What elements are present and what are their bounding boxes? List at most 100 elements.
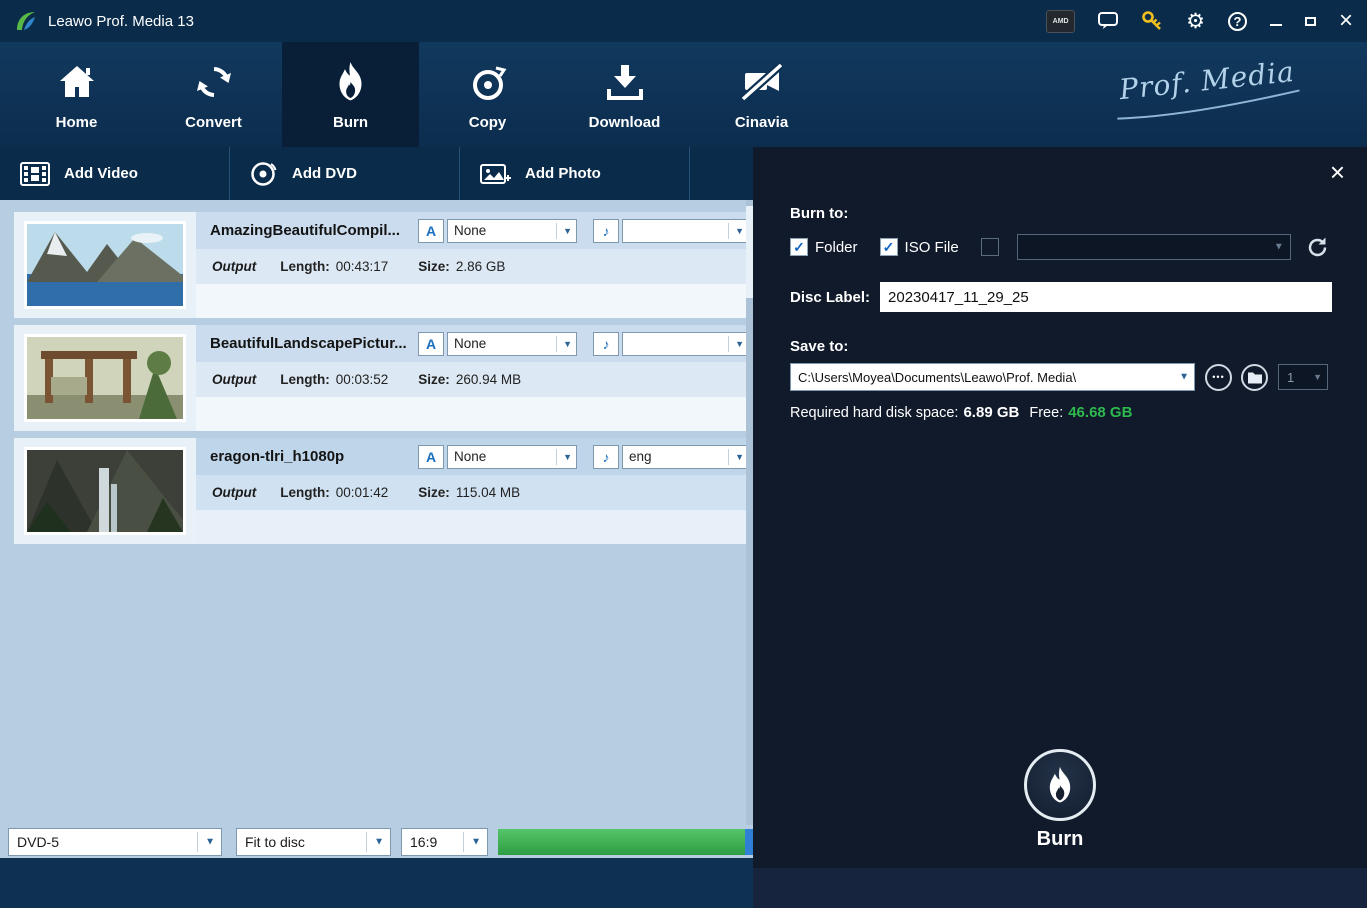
footer-strip-left (0, 858, 753, 908)
subtitle-icon: A (418, 219, 444, 243)
nav-tab-copy[interactable]: Copy (419, 42, 556, 147)
audio-dropdown[interactable] (622, 219, 749, 243)
minimize-button[interactable] (1270, 16, 1282, 26)
size-value: 260.94 MB (456, 372, 521, 387)
home-icon (56, 59, 98, 105)
subtitle-icon: A (418, 332, 444, 356)
burn-settings-panel: × Burn to: ✓ Folder ✓ ISO File Disc Labe… (753, 147, 1367, 868)
file-row-3[interactable]: eragon-tlri_h1080p A None ♪ eng Output L… (14, 438, 753, 544)
maximize-button[interactable] (1305, 17, 1316, 26)
subtitle-dropdown[interactable]: None (447, 219, 577, 243)
save-path-dropdown[interactable]: C:\Users\Moyea\Documents\Leawo\Prof. Med… (790, 363, 1195, 391)
file-row-1[interactable]: AmazingBeautifulCompil... A None ♪ Outpu… (14, 212, 753, 318)
amd-badge-icon[interactable]: AMD (1046, 10, 1075, 33)
required-space-value: 6.89 GB (963, 404, 1019, 421)
subtitle-icon: A (418, 445, 444, 469)
thumbnail-cell (14, 212, 196, 318)
open-folder-button[interactable] (1241, 364, 1268, 391)
titlebar: Leawo Prof. Media 13 AMD ⚙ ? × (0, 0, 1367, 42)
film-strip-icon (20, 162, 50, 186)
refresh-drives-icon[interactable] (1306, 236, 1329, 259)
close-window-button[interactable]: × (1339, 9, 1353, 33)
file-title: AmazingBeautifulCompil... (210, 222, 418, 239)
settings-gear-icon[interactable]: ⚙ (1186, 11, 1205, 32)
help-icon[interactable]: ? (1228, 12, 1247, 31)
length-label: Length: (280, 259, 330, 274)
nav-tab-cinavia[interactable]: Cinavia (693, 42, 830, 147)
panel-close-icon[interactable]: × (1330, 159, 1345, 185)
audio-dropdown[interactable]: eng (622, 445, 749, 469)
add-video-button[interactable]: Add Video (0, 147, 230, 200)
required-space-label: Required hard disk space: (790, 405, 958, 421)
burn-to-label: Burn to: (790, 205, 848, 222)
main-nav: Home Convert Burn (0, 42, 1367, 147)
save-to-label: Save to: (790, 338, 848, 355)
audio-dropdown[interactable] (622, 332, 749, 356)
size-label: Size: (418, 485, 450, 500)
aspect-ratio-dropdown[interactable]: 16:9 (401, 828, 488, 856)
window-title: Leawo Prof. Media 13 (48, 13, 194, 30)
register-key-icon[interactable] (1141, 10, 1163, 32)
copies-dropdown[interactable]: 1 (1278, 364, 1328, 390)
nav-tab-convert[interactable]: Convert (145, 42, 282, 147)
iso-checkbox-label: ISO File (905, 239, 959, 256)
disk-space-summary: Required hard disk space: 6.89 GB Free: 46… (790, 404, 1132, 421)
add-toolbar: Add Video Add DVD Add Photo (0, 147, 753, 200)
audio-track-icon: ♪ (593, 332, 619, 356)
copy-disc-icon (467, 59, 509, 105)
disc-label-label: Disc Label: (790, 289, 870, 306)
output-label: Output (212, 485, 256, 500)
nav-tab-burn[interactable]: Burn (282, 42, 419, 147)
audio-track-icon: ♪ (593, 445, 619, 469)
burner-drive-dropdown[interactable] (1017, 234, 1291, 260)
output-label: Output (212, 372, 256, 387)
nav-tab-download[interactable]: Download (556, 42, 693, 147)
length-value: 00:43:17 (336, 259, 389, 274)
thumbnail-cell (14, 438, 196, 544)
subtitle-dropdown[interactable]: None (447, 332, 577, 356)
length-value: 00:01:42 (336, 485, 389, 500)
burn-flame-icon (332, 59, 369, 105)
folder-checkbox[interactable]: ✓ (790, 238, 808, 256)
leawo-logo-icon (14, 9, 38, 33)
add-photo-button[interactable]: Add Photo (460, 147, 690, 200)
subtitle-dropdown[interactable]: None (447, 445, 577, 469)
brand-script: Prof. Media (1111, 54, 1306, 128)
audio-track-icon: ♪ (593, 219, 619, 243)
size-label: Size: (418, 372, 450, 387)
burn-button-flame-icon (1043, 765, 1077, 806)
add-dvd-button[interactable]: Add DVD (230, 147, 460, 200)
length-label: Length: (280, 485, 330, 500)
output-label: Output (212, 259, 256, 274)
size-label: Size: (418, 259, 450, 274)
app-window: Leawo Prof. Media 13 AMD ⚙ ? × (0, 0, 1367, 908)
video-thumbnail-waterfall (24, 447, 186, 535)
iso-checkbox[interactable]: ✓ (880, 238, 898, 256)
disc-label-input[interactable] (880, 282, 1332, 312)
size-value: 2.86 GB (456, 259, 506, 274)
free-space-value: 46.68 GB (1068, 404, 1132, 421)
feedback-chat-icon[interactable] (1098, 12, 1118, 30)
file-row-2[interactable]: BeautifulLandscapePictur... A None ♪ Out… (14, 325, 753, 431)
file-title: BeautifulLandscapePictur... (210, 335, 418, 352)
drive-checkbox[interactable] (981, 238, 999, 256)
list-scrollbar-track (746, 200, 753, 825)
list-scrollbar-thumb[interactable] (746, 206, 753, 298)
fit-mode-dropdown[interactable]: Fit to disc (236, 828, 391, 856)
browse-ellipsis-button[interactable]: ••• (1205, 364, 1232, 391)
convert-arrows-icon (192, 59, 236, 105)
folder-checkbox-label: Folder (815, 239, 858, 256)
folder-icon (1247, 371, 1263, 384)
video-thumbnail-mountains (24, 221, 186, 309)
disc-capacity-bar (498, 829, 753, 855)
capacity-used-segment (498, 829, 745, 855)
capacity-free-segment (745, 829, 753, 855)
burn-start-button[interactable] (1024, 749, 1096, 821)
thumbnail-cell (14, 325, 196, 431)
free-space-label: Free: (1029, 405, 1063, 421)
length-label: Length: (280, 372, 330, 387)
nav-tab-home[interactable]: Home (8, 42, 145, 147)
file-title: eragon-tlri_h1080p (210, 448, 418, 465)
file-list: AmazingBeautifulCompil... A None ♪ Outpu… (0, 200, 753, 825)
disc-type-dropdown[interactable]: DVD-5 (8, 828, 222, 856)
